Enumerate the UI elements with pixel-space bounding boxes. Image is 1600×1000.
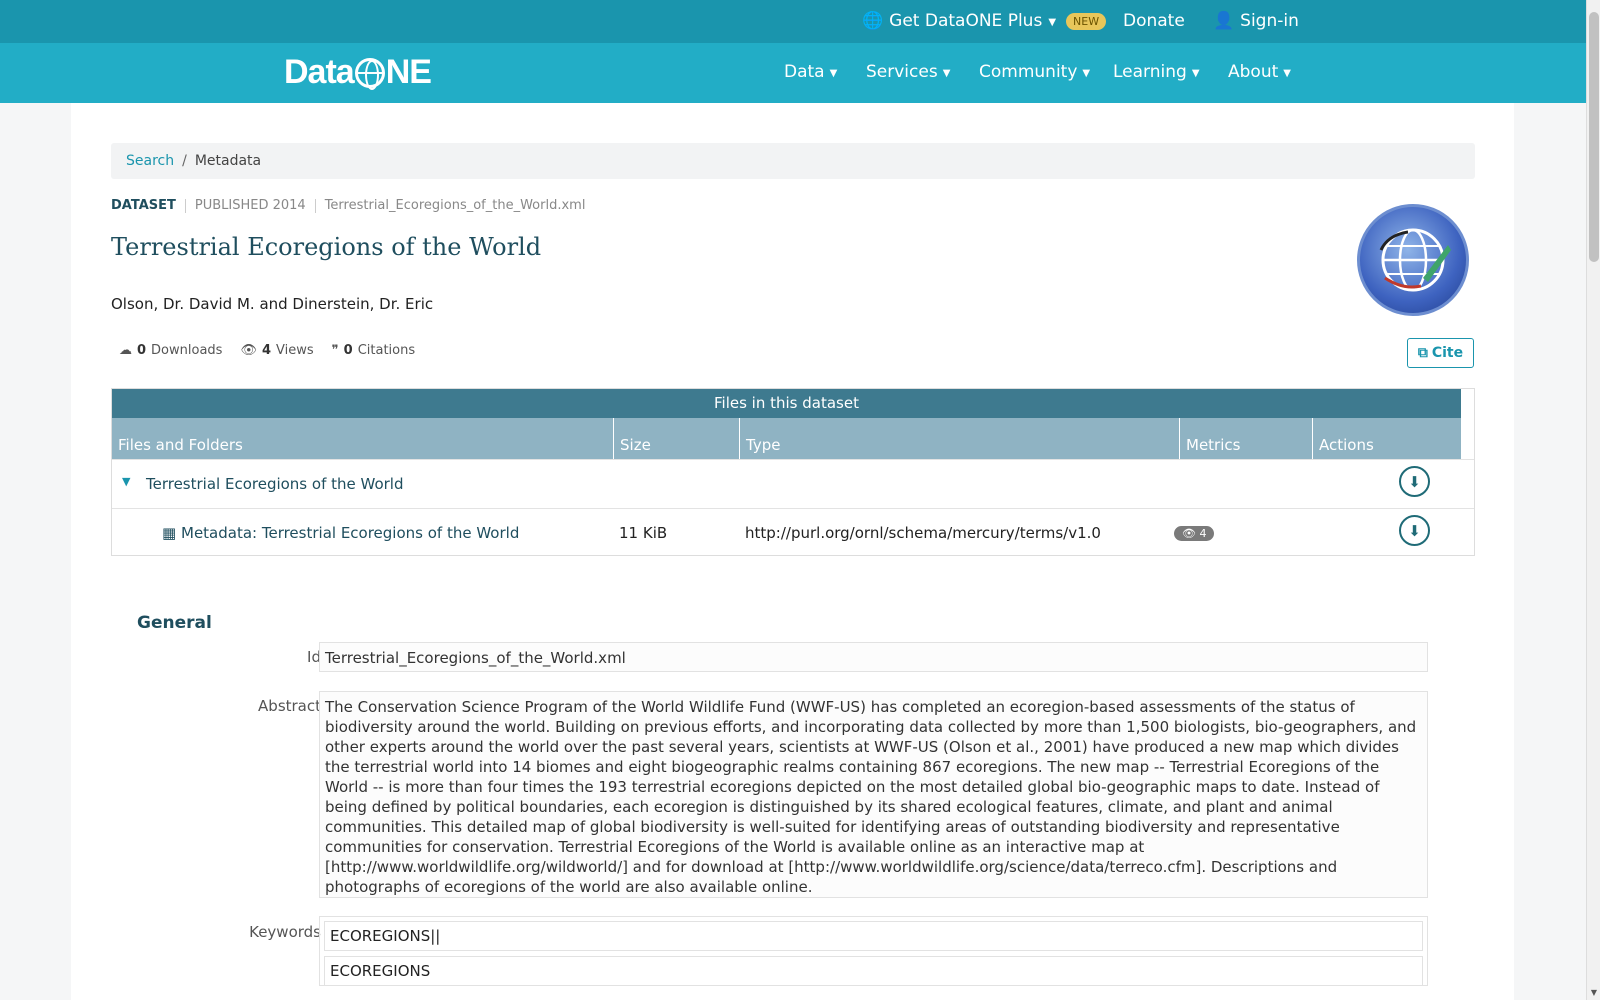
scrollbar-thumb[interactable] xyxy=(1589,12,1599,262)
donate-link[interactable]: Donate xyxy=(1123,11,1185,31)
nav-data-label: Data xyxy=(784,62,825,82)
nav-services-label: Services xyxy=(866,62,938,82)
column-header-files[interactable]: Files and Folders xyxy=(112,418,613,459)
nav-learning-label: Learning xyxy=(1113,62,1187,82)
globe-plus-icon: 🌐 xyxy=(862,11,884,31)
download-folder-button[interactable]: ⬇ xyxy=(1399,466,1430,497)
logo-text-left: Data xyxy=(284,53,355,91)
nav-about-label: About xyxy=(1228,62,1279,82)
quote-icon: ❞ xyxy=(331,343,339,358)
member-node-logo[interactable] xyxy=(1357,204,1469,316)
cite-button[interactable]: ⧉ Cite xyxy=(1407,338,1474,368)
abstract-label: Abstract xyxy=(258,697,321,715)
column-header-metrics[interactable]: Metrics xyxy=(1179,418,1312,459)
top-utility-bar: 🌐 Get DataONE Plus ▼ NEW Donate 👤 Sign-i… xyxy=(0,0,1586,43)
meta-divider xyxy=(314,198,316,213)
nav-services[interactable]: Services ▼ xyxy=(866,62,950,82)
logo-globe-icon xyxy=(354,57,385,90)
scroll-down-arrow-icon[interactable]: ▼ xyxy=(1589,988,1599,998)
main-navbar: Data NE Data ▼ Services ▼ Community ▼ Learn… xyxy=(0,43,1586,103)
eye-icon: 👁 xyxy=(1182,527,1200,540)
breadcrumb-search-link[interactable]: Search xyxy=(126,153,174,169)
keywords-label: Keywords xyxy=(249,923,321,941)
id-label: Id xyxy=(307,648,321,666)
sign-in-label: Sign-in xyxy=(1240,11,1299,31)
downloads-count: 0 xyxy=(137,343,147,358)
cloud-download-icon: ⬇ xyxy=(1408,472,1421,491)
breadcrumb: Search / Metadata xyxy=(111,143,1475,179)
cloud-download-icon: ⬇ xyxy=(1408,521,1421,540)
chevron-down-icon: ▼ xyxy=(829,67,838,79)
download-file-button[interactable]: ⬇ xyxy=(1399,515,1430,546)
table-row-folder: ▼ Terrestrial Ecoregions of the World ⬇ xyxy=(112,459,1474,508)
views-count: 4 xyxy=(261,343,272,358)
dataset-meta-line: DATASET PUBLISHED 2014 Terrestrial_Ecore… xyxy=(111,198,585,213)
dataone-logo[interactable]: Data NE xyxy=(284,53,432,92)
breadcrumb-separator: / xyxy=(182,153,187,169)
citations-count: 0 xyxy=(343,343,353,358)
chevron-down-icon: ▼ xyxy=(1283,67,1291,79)
dataset-authors: Olson, Dr. David M. and Dinerstein, Dr. … xyxy=(111,295,434,313)
page-title: Terrestrial Ecoregions of the World xyxy=(111,233,542,261)
file-size: 11 KiB xyxy=(619,524,668,542)
cloud-download-icon: ☁ xyxy=(119,343,132,358)
nav-data[interactable]: Data ▼ xyxy=(784,62,837,82)
chevron-down-icon: ▼ xyxy=(942,67,951,79)
metadata-card: Search / Metadata DATASET PUBLISHED 2014… xyxy=(71,103,1514,1000)
breadcrumb-current: Metadata xyxy=(194,153,262,169)
chevron-down-icon: ▼ xyxy=(1191,67,1200,79)
file-views-count: 4 xyxy=(1199,527,1207,540)
citations-label: Citations xyxy=(357,343,416,358)
nav-learning[interactable]: Learning ▼ xyxy=(1113,62,1200,82)
logo-text-right: NE xyxy=(385,53,432,91)
page-scrollbar[interactable]: ▼ xyxy=(1586,0,1600,1000)
dataset-metrics: ☁ 0 Downloads 👁 4 Views ❞ 0 Citations xyxy=(119,343,415,358)
nav-about[interactable]: About ▼ xyxy=(1228,62,1291,82)
get-dataone-plus-menu[interactable]: 🌐 Get DataONE Plus ▼ NEW xyxy=(862,11,1107,31)
nav-community-label: Community xyxy=(979,62,1078,82)
published-year: PUBLISHED 2014 xyxy=(194,198,306,213)
files-table-header: Files and Folders Size Type Metrics Acti… xyxy=(112,418,1461,459)
eye-icon: 👁 xyxy=(240,343,257,358)
files-table: Files in this dataset Files and Folders … xyxy=(111,388,1475,556)
dataset-filename: Terrestrial_Ecoregions_of_the_World.xml xyxy=(324,198,586,213)
keyword-item: ECOREGIONS|| xyxy=(324,921,1423,951)
citations-metric[interactable]: ❞ 0 Citations xyxy=(332,343,415,358)
downloads-metric[interactable]: ☁ 0 Downloads xyxy=(119,343,222,358)
keywords-list: ECOREGIONS|| ECOREGIONS xyxy=(319,916,1428,986)
globe-logo-icon xyxy=(1379,228,1451,292)
dataset-type: DATASET xyxy=(111,198,176,213)
copy-icon: ⧉ xyxy=(1417,345,1428,361)
sign-in-link[interactable]: 👤 Sign-in xyxy=(1213,11,1299,31)
id-value: Terrestrial_Ecoregions_of_the_World.xml xyxy=(319,642,1428,672)
file-name[interactable]: Metadata: Terrestrial Ecoregions of the … xyxy=(181,524,519,542)
chevron-down-icon: ▼ xyxy=(1048,16,1057,28)
table-row-file: ▦ Metadata: Terrestrial Ecoregions of th… xyxy=(112,508,1474,557)
folder-name[interactable]: Terrestrial Ecoregions of the World xyxy=(146,475,404,493)
get-dataone-plus-label: Get DataONE Plus xyxy=(889,11,1043,31)
meta-divider xyxy=(184,198,186,213)
table-icon: ▦ xyxy=(162,524,177,542)
column-header-actions[interactable]: Actions xyxy=(1312,418,1463,459)
file-type: http://purl.org/ornl/schema/mercury/term… xyxy=(745,524,1101,542)
caret-down-icon[interactable]: ▼ xyxy=(122,475,130,488)
chevron-down-icon: ▼ xyxy=(1082,67,1091,79)
files-table-heading: Files in this dataset xyxy=(112,389,1461,418)
keyword-item: ECOREGIONS xyxy=(324,956,1423,986)
column-header-size[interactable]: Size xyxy=(613,418,739,459)
views-label: Views xyxy=(276,343,314,358)
file-views-badge: 👁 4 xyxy=(1174,526,1215,541)
column-header-type[interactable]: Type xyxy=(739,418,1179,459)
cite-label: Cite xyxy=(1431,345,1464,361)
section-general-heading: General xyxy=(137,613,212,633)
new-badge: NEW xyxy=(1066,12,1107,30)
abstract-value: The Conservation Science Program of the … xyxy=(319,691,1428,898)
views-metric[interactable]: 👁 4 Views xyxy=(240,343,313,358)
nav-community[interactable]: Community ▼ xyxy=(979,62,1090,82)
user-icon: 👤 xyxy=(1213,11,1235,31)
downloads-label: Downloads xyxy=(151,343,223,358)
